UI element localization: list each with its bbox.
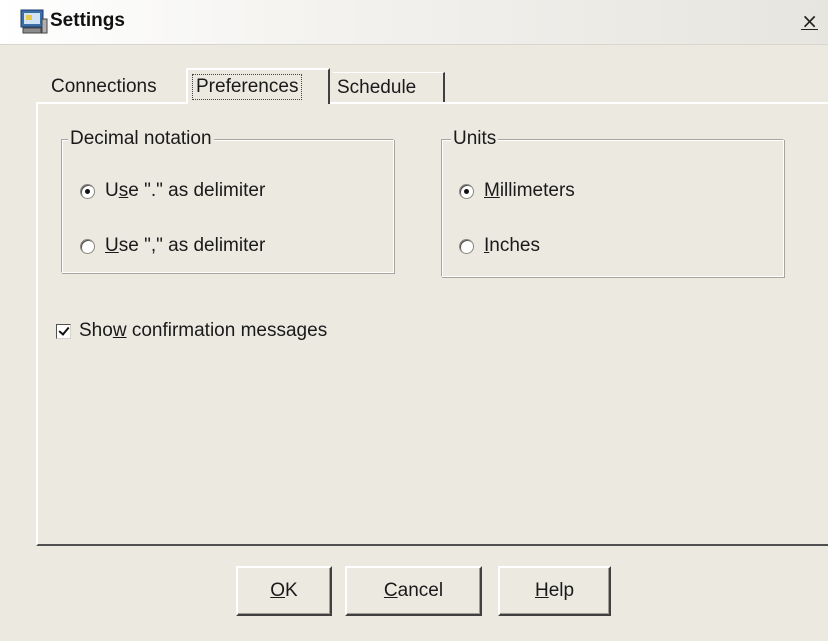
radio-comma-delimiter-button[interactable] (80, 238, 95, 254)
tab-connections[interactable]: Connections (47, 72, 182, 102)
window-title: Settings (50, 10, 125, 31)
tab-schedule-label: Schedule (337, 76, 417, 98)
close-icon[interactable]: × (801, 9, 818, 33)
radio-inches[interactable]: Inches (459, 235, 540, 257)
cancel-button-label: Cancel (383, 580, 444, 601)
radio-dot-delimiter-label: Use "." as delimiter (105, 180, 266, 201)
tab-schedule[interactable]: Schedule (333, 72, 445, 102)
radio-millimeters[interactable]: Millimeters (459, 180, 575, 202)
help-button[interactable]: Help (498, 566, 611, 616)
radio-millimeters-label: Millimeters (484, 180, 575, 201)
ok-button-label: OK (270, 580, 298, 601)
ok-button[interactable]: OK (236, 566, 332, 616)
radio-inches-label: Inches (484, 235, 540, 256)
tab-preferences-label: Preferences (192, 74, 303, 100)
radio-dot-delimiter[interactable]: Use "." as delimiter (80, 180, 265, 202)
radio-inches-button[interactable] (459, 238, 474, 254)
cancel-button[interactable]: Cancel (345, 566, 482, 616)
radio-millimeters-button[interactable] (459, 183, 474, 199)
radio-comma-delimiter[interactable]: Use "," as delimiter (80, 235, 265, 257)
radio-dot-delimiter-button[interactable] (80, 183, 95, 199)
title-bar[interactable]: Settings × (0, 0, 828, 45)
tab-preferences[interactable]: Preferences (186, 68, 330, 104)
settings-app-icon[interactable] (20, 9, 48, 35)
show-confirmation-checkbox-box[interactable] (56, 323, 71, 339)
show-confirmation-label: Show confirmation messages (79, 320, 328, 341)
help-button-label: Help (534, 580, 575, 601)
tab-connections-label: Connections (51, 76, 157, 97)
radio-comma-delimiter-label: Use "," as delimiter (105, 235, 266, 256)
units-legend: Units (451, 127, 499, 151)
show-confirmation-checkbox[interactable]: Show confirmation messages (56, 320, 327, 342)
decimal-notation-legend: Decimal notation (68, 127, 214, 151)
